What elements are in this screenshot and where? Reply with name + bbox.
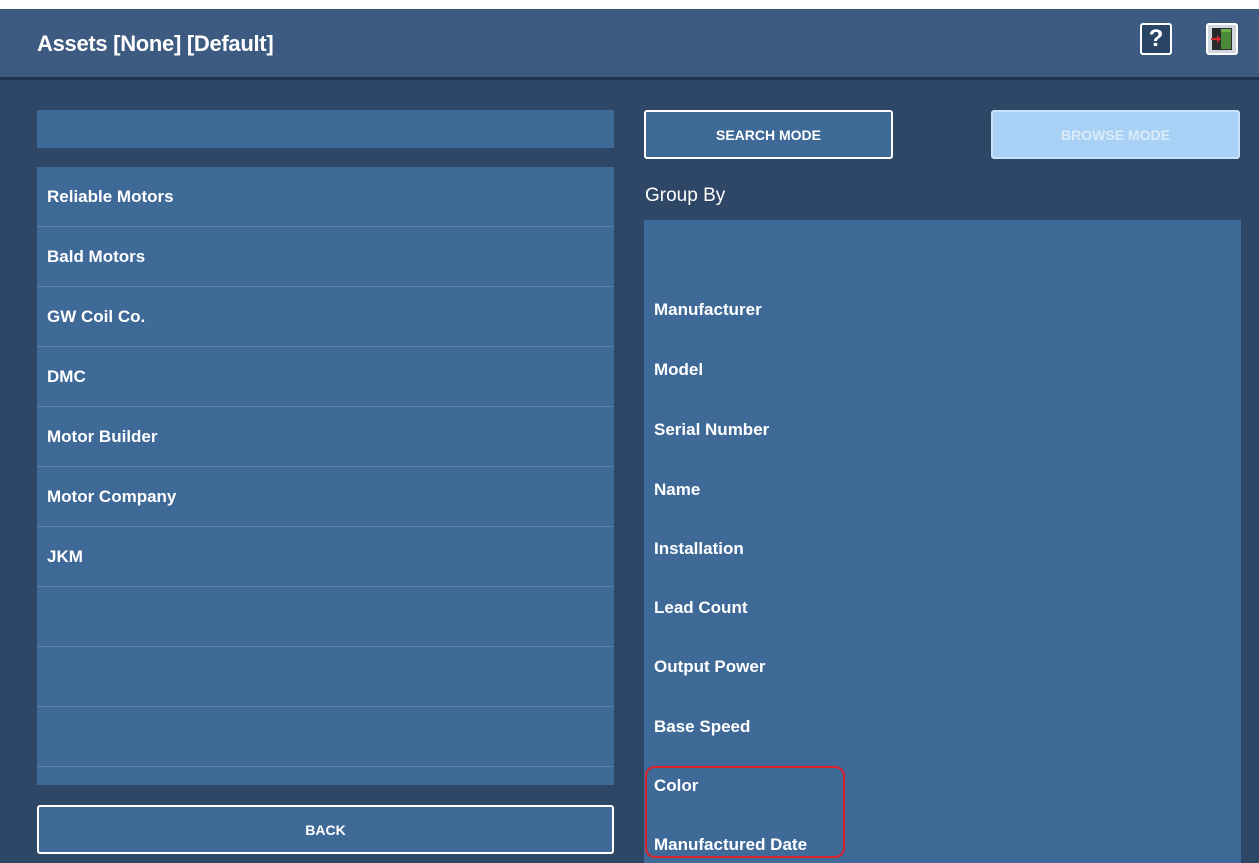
asset-search-input[interactable] [37, 110, 614, 148]
browse-mode-button[interactable]: BROWSE MODE [991, 110, 1240, 159]
page-title: Assets [None] [Default] [37, 31, 274, 56]
asset-list: Reliable Motors Bald Motors GW Coil Co. … [37, 167, 614, 785]
group-by-option-manufacturer[interactable]: Manufacturer [654, 300, 762, 320]
question-mark-icon: ? [1148, 25, 1164, 52]
list-item[interactable]: Motor Company [37, 467, 614, 527]
exit-door-icon [1211, 28, 1232, 50]
assets-app: Assets [None] [Default] ? Reliable Motor… [0, 9, 1259, 863]
help-button[interactable]: ? [1140, 23, 1172, 55]
group-by-option-color[interactable]: Color [654, 776, 698, 796]
list-item[interactable]: JKM [37, 527, 614, 587]
group-by-option-output-power[interactable]: Output Power [654, 657, 765, 677]
group-by-option-serial-number[interactable]: Serial Number [654, 420, 769, 440]
back-button[interactable]: BACK [37, 805, 614, 854]
list-item[interactable]: DMC [37, 347, 614, 407]
group-by-option-manufactured-date[interactable]: Manufactured Date [654, 835, 807, 855]
list-item[interactable]: GW Coil Co. [37, 287, 614, 347]
list-item[interactable]: Reliable Motors [37, 167, 614, 227]
list-item[interactable]: Bald Motors [37, 227, 614, 287]
list-item[interactable] [37, 647, 614, 707]
list-item[interactable]: Motor Builder [37, 407, 614, 467]
group-by-option-base-speed[interactable]: Base Speed [654, 717, 750, 737]
group-by-option-name[interactable]: Name [654, 480, 700, 500]
group-by-option-model[interactable]: Model [654, 360, 703, 380]
list-item[interactable] [37, 587, 614, 647]
list-item[interactable] [37, 707, 614, 767]
group-by-list: Manufacturer Model Serial Number Name In… [644, 220, 1241, 863]
group-by-option-installation[interactable]: Installation [654, 539, 744, 559]
search-mode-button[interactable]: SEARCH MODE [644, 110, 893, 159]
group-by-option-lead-count[interactable]: Lead Count [654, 598, 748, 618]
group-by-label: Group By [645, 185, 726, 206]
header-bar: Assets [None] [Default] ? [0, 9, 1259, 80]
exit-button[interactable] [1206, 23, 1238, 55]
